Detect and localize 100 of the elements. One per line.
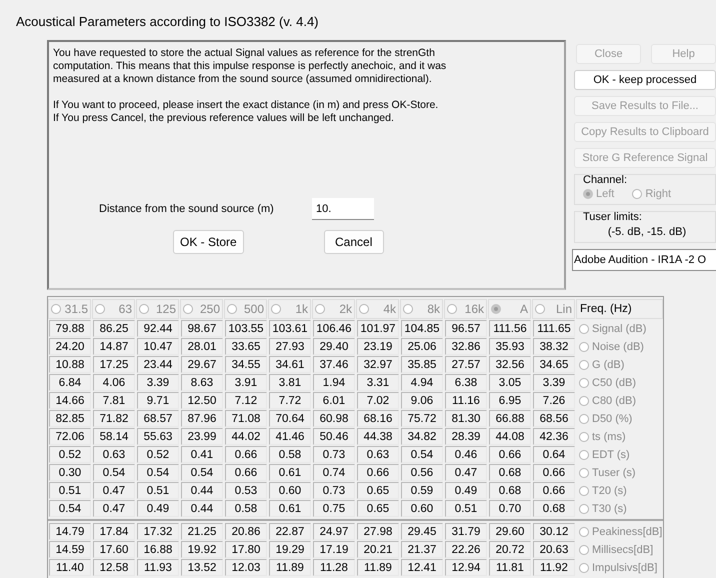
band-radio[interactable]: 1k (268, 299, 311, 319)
table-cell: 11.92 (533, 559, 575, 576)
source-field: Adobe Audition - IR1A -2 O (572, 249, 716, 271)
table-cell: 111.56 (489, 320, 531, 337)
table-cell: 23.99 (181, 428, 223, 445)
table-cell: 42.36 (533, 428, 575, 445)
table-cell: 0.54 (93, 464, 135, 481)
band-radio[interactable]: 31.5 (48, 299, 91, 319)
table-cell: 0.64 (533, 446, 575, 463)
table-cell: 11.16 (445, 392, 487, 409)
table-cell: 12.58 (93, 559, 135, 576)
table-cell: 82.85 (49, 410, 91, 427)
band-radio[interactable]: A (488, 299, 531, 319)
table-cell: 35.85 (401, 356, 443, 373)
table-cell: 23.44 (137, 356, 179, 373)
table-cell: 4.94 (401, 374, 443, 391)
table-cell: 0.44 (181, 482, 223, 499)
band-radio[interactable]: 250 (180, 299, 223, 319)
parameter-radio[interactable]: Impulsivs[dB] (576, 559, 663, 576)
group-title: Tuser limits: (583, 211, 643, 223)
table-cell: 81.30 (445, 410, 487, 427)
dialog-button[interactable]: OK - Store (173, 230, 244, 254)
table-cell: 0.52 (49, 446, 91, 463)
table-cell: 0.68 (489, 482, 531, 499)
table-cell: 35.93 (489, 338, 531, 355)
table-cell: 68.16 (357, 410, 399, 427)
parameter-radio[interactable]: T20 (s) (576, 482, 663, 499)
band-radio[interactable]: 63 (92, 299, 135, 319)
table-cell: 33.65 (225, 338, 267, 355)
table-cell: 29.40 (313, 338, 355, 355)
table-cell: 68.56 (533, 410, 575, 427)
parameter-radio[interactable]: C80 (dB) (576, 392, 663, 409)
table-cell: 41.46 (269, 428, 311, 445)
table-cell: 29.45 (401, 523, 443, 540)
parameter-radio[interactable]: Tuser (s) (576, 464, 663, 481)
table-cell: 44.38 (357, 428, 399, 445)
table-cell: 71.08 (225, 410, 267, 427)
band-radio[interactable]: 500 (224, 299, 267, 319)
table-cell: 31.79 (445, 523, 487, 540)
band-radio[interactable]: 16k (444, 299, 487, 319)
table-cell: 0.66 (489, 446, 531, 463)
table-cell: 29.67 (181, 356, 223, 373)
table-cell: 13.52 (181, 559, 223, 576)
band-radio[interactable]: 8k (400, 299, 443, 319)
parameter-radio[interactable]: Millisecs[dB] (576, 541, 663, 558)
band-radio[interactable]: Lin (532, 299, 575, 319)
distance-field[interactable]: 10. (312, 198, 374, 220)
table-cell: 0.51 (137, 482, 179, 499)
side-button[interactable]: OK - keep processed (574, 70, 716, 90)
table-cell: 6.84 (49, 374, 91, 391)
table-cell: 22.26 (445, 541, 487, 558)
parameter-radio[interactable]: Signal (dB) (576, 320, 663, 337)
table-cell: 103.55 (225, 320, 267, 337)
parameter-radio[interactable]: ts (ms) (576, 428, 663, 445)
table-cell: 0.68 (489, 464, 531, 481)
table-cell: 0.73 (313, 446, 355, 463)
table-cell: 79.88 (49, 320, 91, 337)
table-cell: 0.65 (357, 482, 399, 499)
dialog-button[interactable]: Cancel (324, 230, 384, 254)
table-cell: 3.31 (357, 374, 399, 391)
parameter-radio[interactable]: D50 (%) (576, 410, 663, 427)
channel-radio[interactable]: Left (583, 188, 614, 200)
table-cell: 11.89 (357, 559, 399, 576)
parameter-radio[interactable]: C50 (dB) (576, 374, 663, 391)
channel-radio[interactable]: Right (632, 188, 672, 200)
table-cell: 0.30 (49, 464, 91, 481)
freq-header: Freq. (Hz) (576, 299, 663, 319)
table-cell: 0.63 (93, 446, 135, 463)
table-cell: 98.67 (181, 320, 223, 337)
table-cell: 11.89 (269, 559, 311, 576)
table-cell: 17.80 (225, 541, 267, 558)
table-cell: 0.54 (137, 464, 179, 481)
table-cell: 20.72 (489, 541, 531, 558)
band-radio[interactable]: 125 (136, 299, 179, 319)
parameter-radio[interactable]: G (dB) (576, 356, 663, 373)
table-cell: 7.81 (93, 392, 135, 409)
table-cell: 0.41 (181, 446, 223, 463)
parameter-radio[interactable]: EDT (s) (576, 446, 663, 463)
table-cell: 11.28 (313, 559, 355, 576)
parameter-radio[interactable]: Peakiness[dB] (576, 523, 663, 540)
table-cell: 32.97 (357, 356, 399, 373)
tuser-value: (-5. dB, -15. dB) (606, 226, 688, 238)
parameter-radio[interactable]: Noise (dB) (576, 338, 663, 355)
window-title: Acoustical Parameters according to ISO3382 (v. 4.4) (15, 13, 320, 31)
band-radio[interactable]: 2k (312, 299, 355, 319)
table-cell: 14.66 (49, 392, 91, 409)
band-radio[interactable]: 4k (356, 299, 399, 319)
table-cell: 101.97 (357, 320, 399, 337)
message-text: computation. This means that this impulse response is perfectly anechoic, and it was (53, 60, 448, 73)
table-cell: 58.14 (93, 428, 135, 445)
table-cell: 7.12 (225, 392, 267, 409)
table-cell: 0.75 (313, 500, 355, 517)
table-cell: 106.46 (313, 320, 355, 337)
table-cell: 22.87 (269, 523, 311, 540)
table-cell: 3.81 (269, 374, 311, 391)
table-cell: 0.54 (49, 500, 91, 517)
table-cell: 55.63 (137, 428, 179, 445)
table-cell: 17.32 (137, 523, 179, 540)
parameter-radio[interactable]: T30 (s) (576, 500, 663, 517)
table-cell: 6.38 (445, 374, 487, 391)
